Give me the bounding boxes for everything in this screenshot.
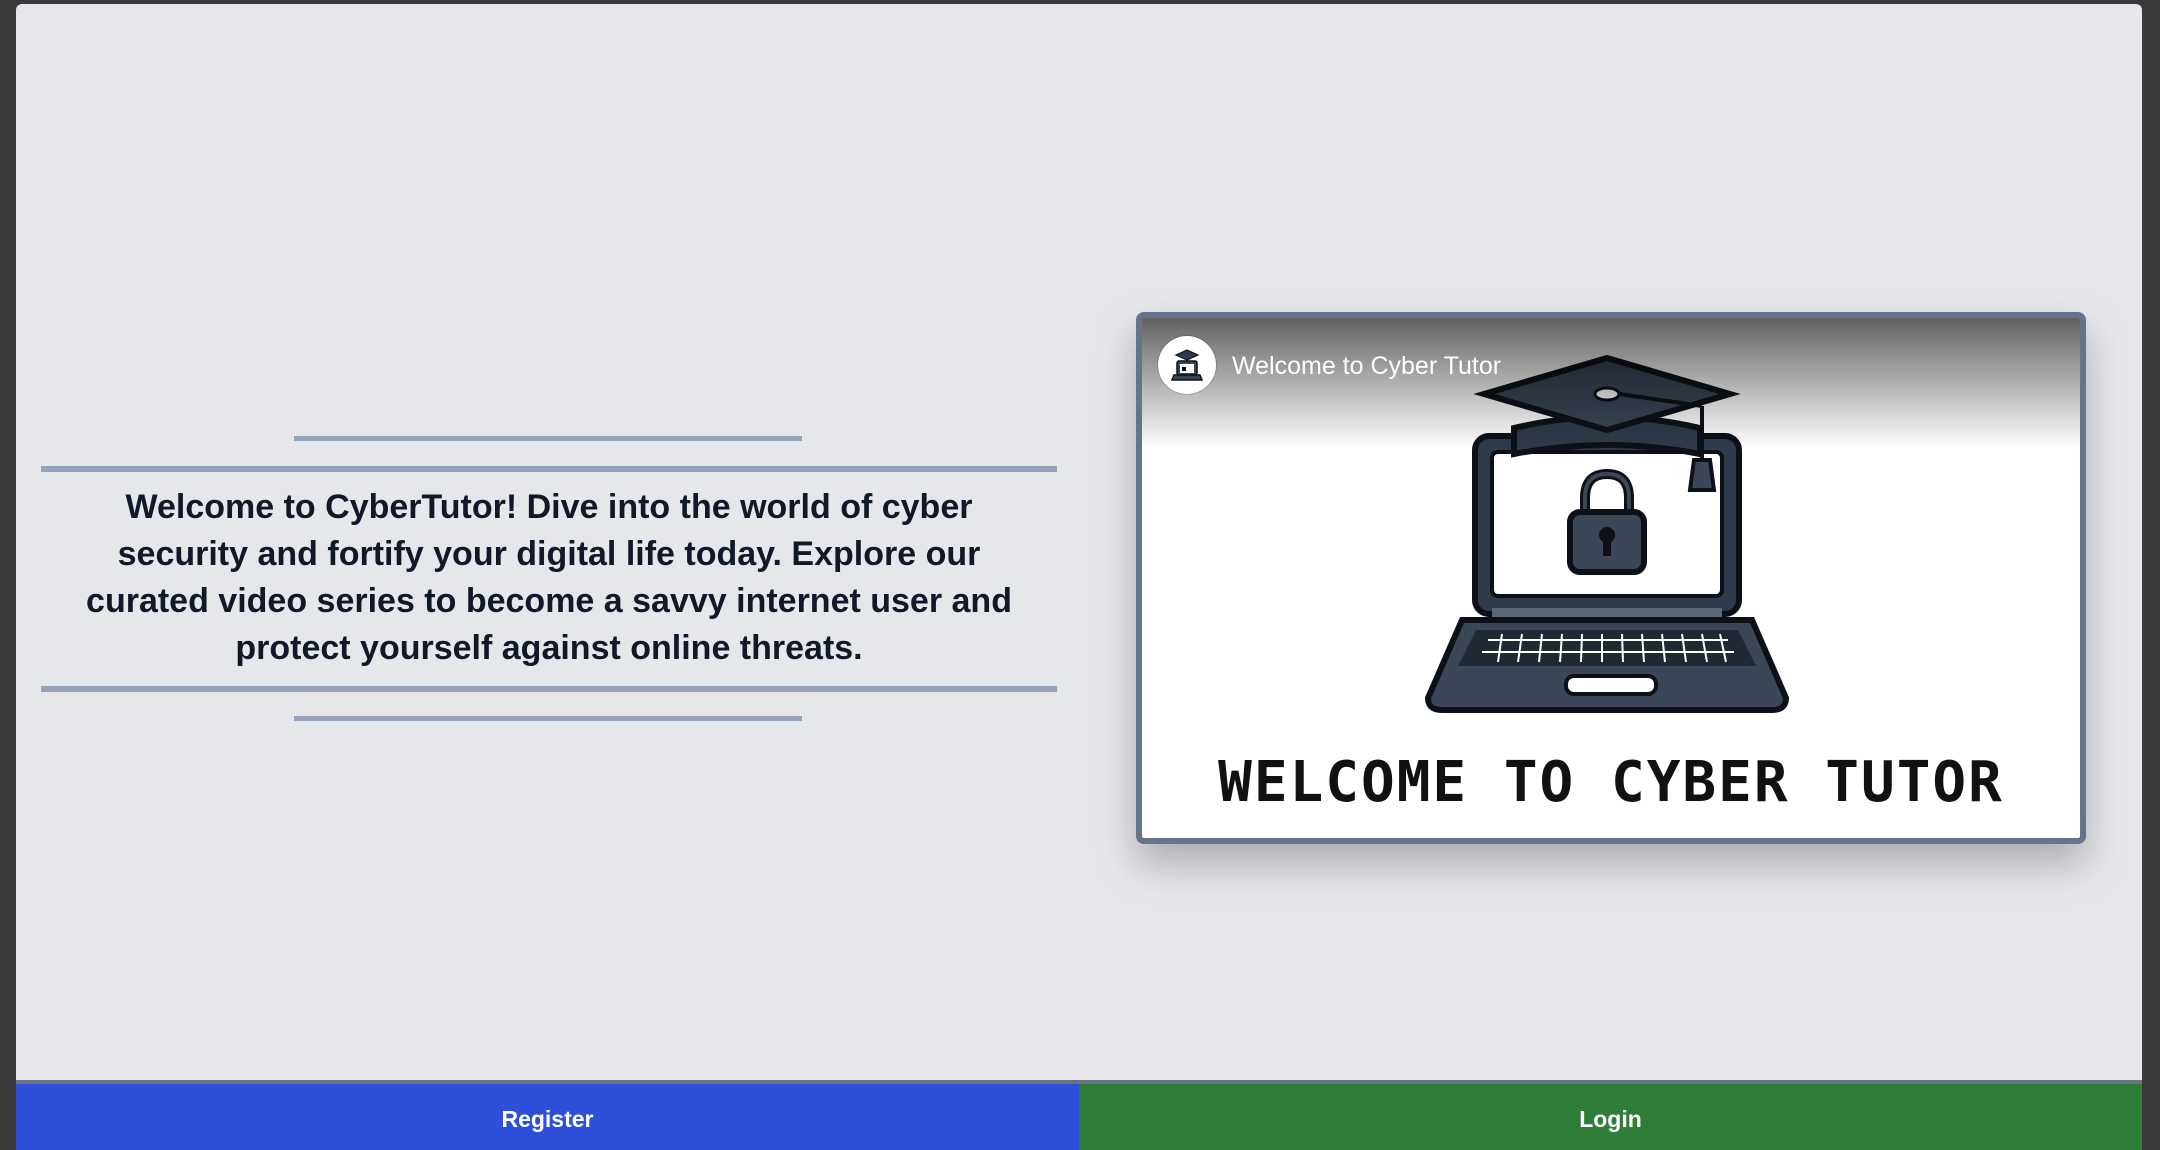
decorative-divider-bottom-long bbox=[41, 686, 1057, 692]
video-title-bar: Welcome to Cyber Tutor bbox=[1142, 318, 2080, 448]
thumbnail-caption: WELCOME TO CYBER TUTOR bbox=[1218, 750, 2004, 815]
video-title[interactable]: Welcome to Cyber Tutor bbox=[1232, 352, 1501, 381]
decorative-divider-bottom-short bbox=[294, 716, 802, 721]
register-button[interactable]: Register bbox=[16, 1084, 1079, 1150]
video-player[interactable]: WELCOME TO CYBER TUTOR Welcome to Cyber … bbox=[1136, 312, 2086, 844]
decorative-divider-top-short bbox=[294, 436, 802, 441]
intro-text: Welcome to CyberTutor! Dive into the wor… bbox=[86, 488, 1012, 667]
decorative-divider-top-long bbox=[41, 466, 1057, 472]
channel-avatar[interactable] bbox=[1158, 336, 1216, 394]
login-button[interactable]: Login bbox=[1079, 1084, 2142, 1150]
page: Welcome to CyberTutor! Dive into the wor… bbox=[16, 4, 2142, 1150]
laptop-graduation-cap-icon bbox=[1170, 349, 1204, 381]
auth-action-bar: Register Login bbox=[16, 1080, 2142, 1150]
